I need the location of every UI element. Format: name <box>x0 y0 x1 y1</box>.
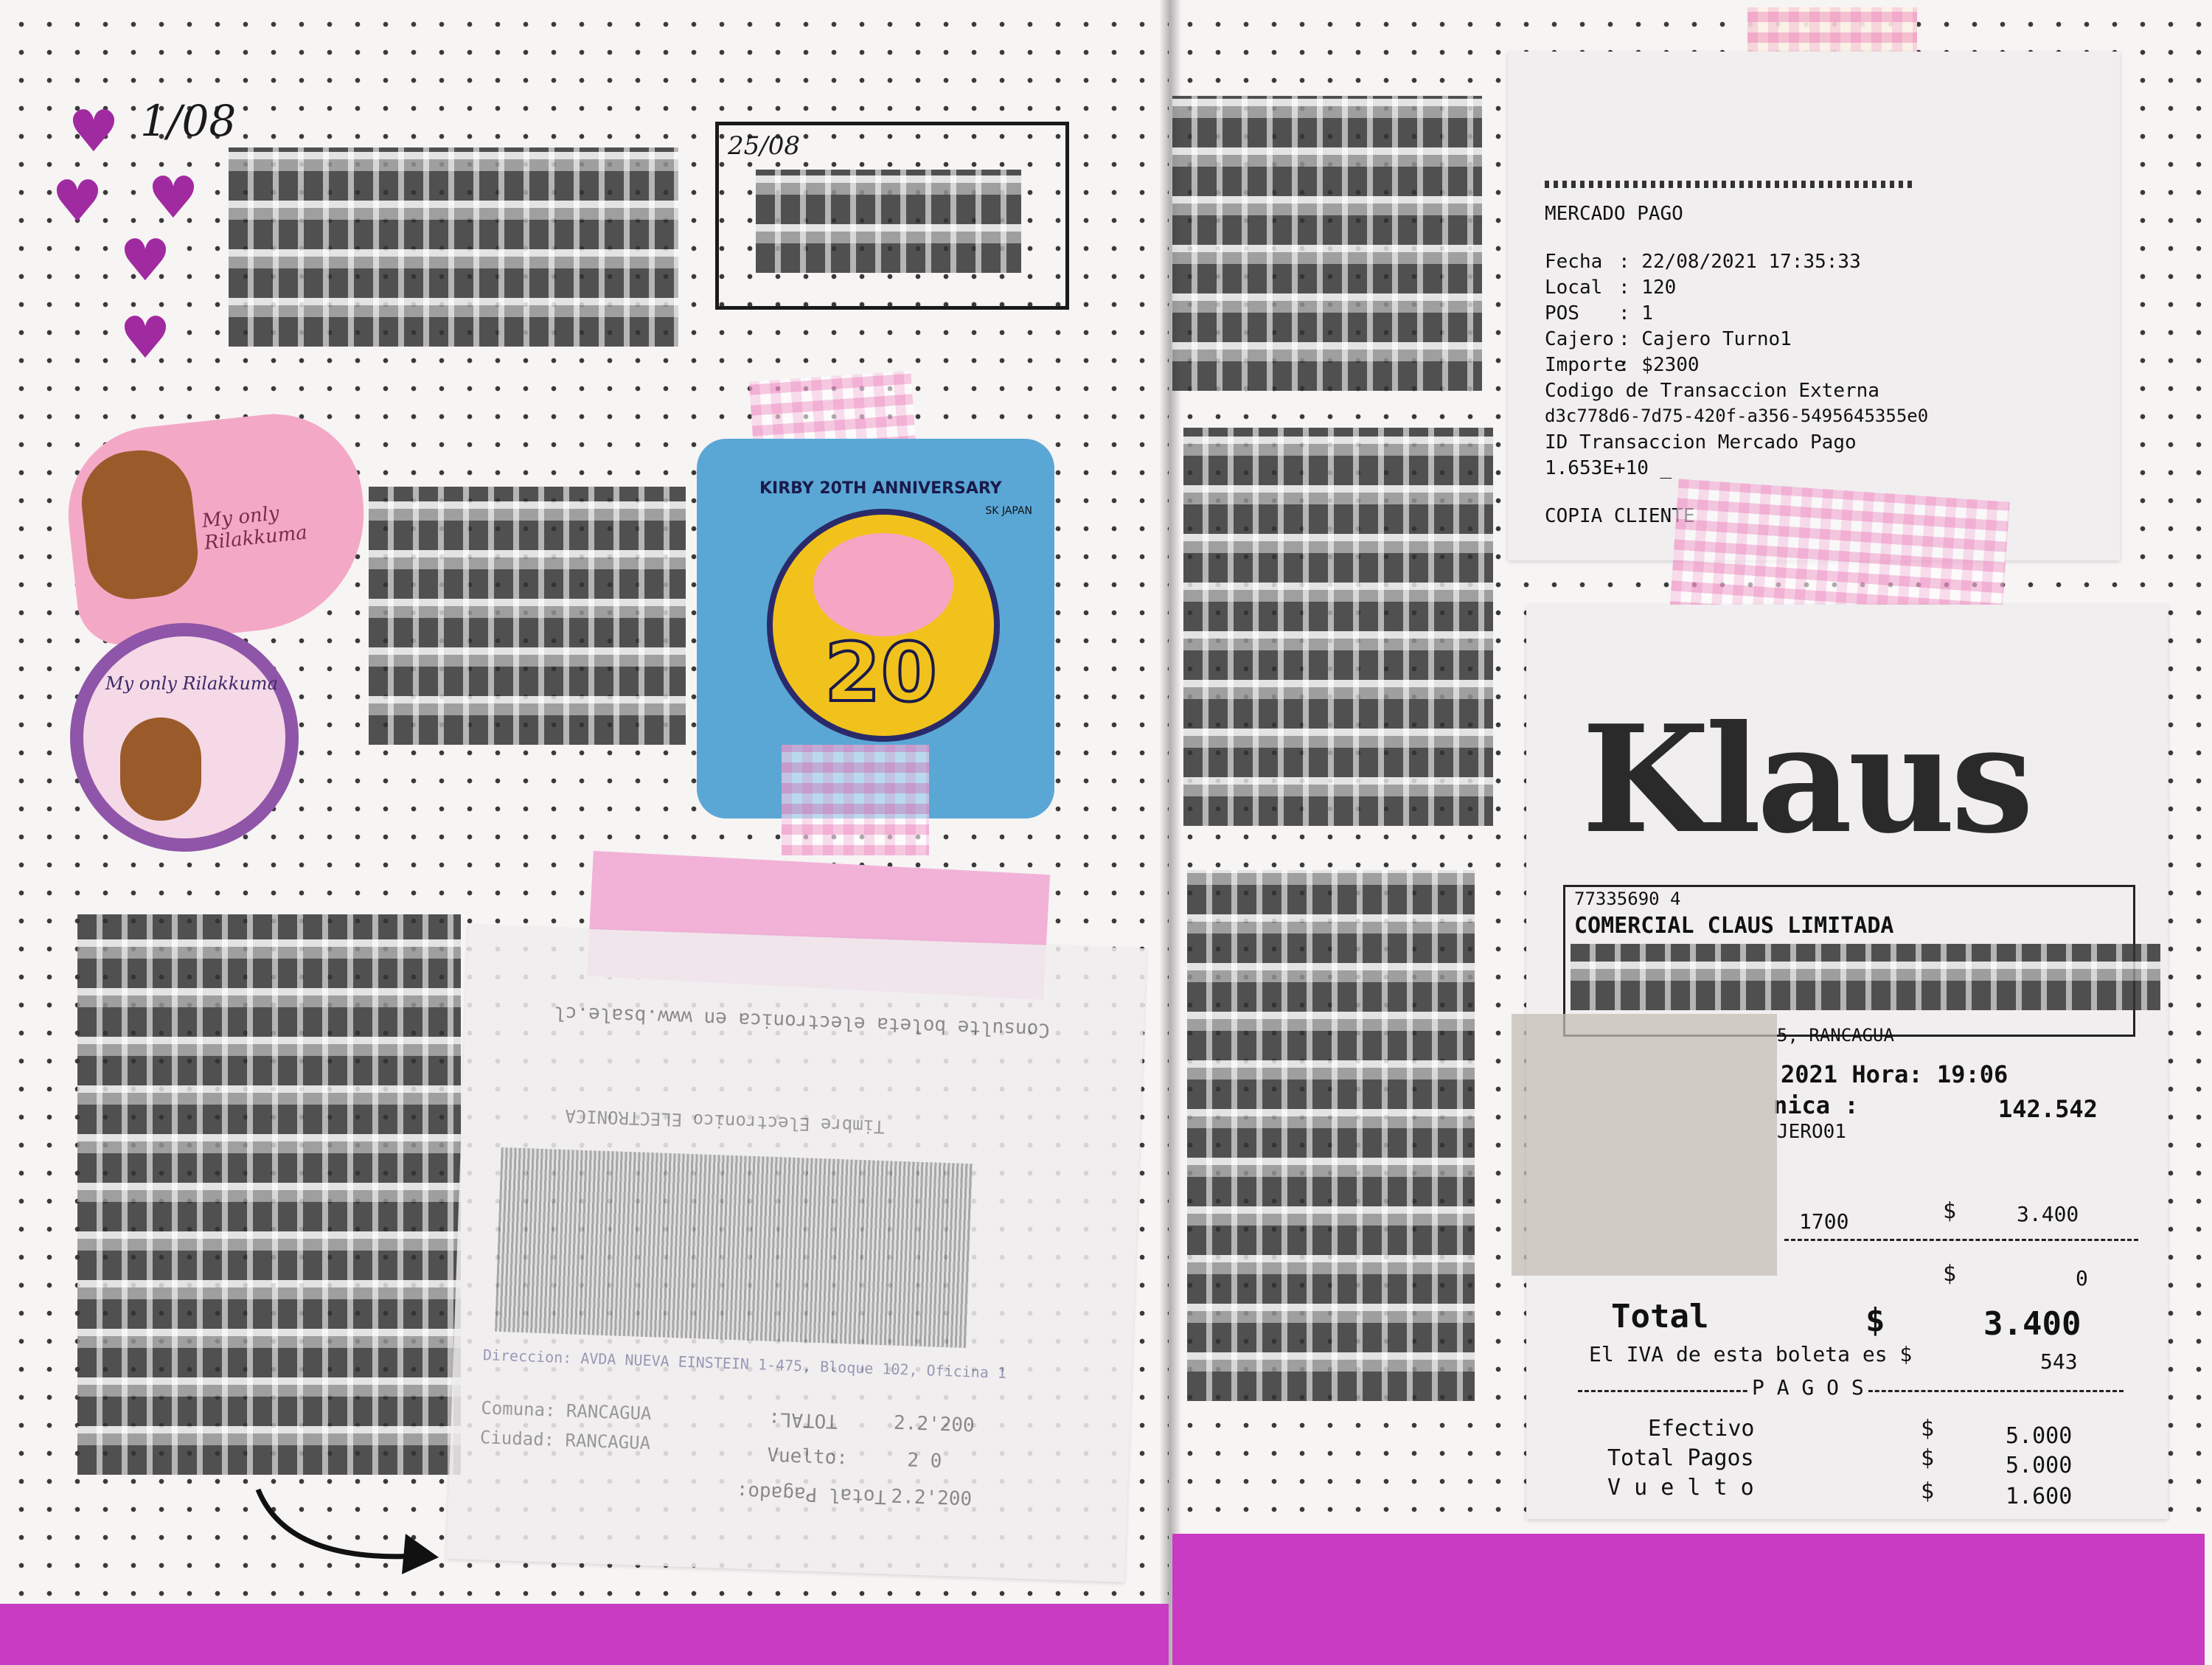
receipt-divider <box>1784 1239 2138 1241</box>
mp-importe-value: : $2300 <box>1618 354 1700 376</box>
heart-icon: ♥ <box>119 305 171 372</box>
klaus-logo: Klaus <box>1582 693 2034 866</box>
mp-fecha-value: : 22/08/2021 17:35:33 <box>1618 251 1861 273</box>
heart-icon: ♥ <box>68 99 119 165</box>
emblem-ring: 20 <box>767 509 1000 742</box>
klaus-total-pagos-value: 5.000 <box>2006 1453 2073 1478</box>
bear-icon <box>76 445 203 604</box>
right-magenta-band <box>1172 1534 2205 1665</box>
mp-fecha-label: Fecha <box>1545 251 1603 273</box>
klaus-ica-value: 142.542 <box>1998 1095 2098 1123</box>
klaus-iva-value: 543 <box>2040 1349 2078 1374</box>
mp-cajero-label: Cajero <box>1545 328 1614 350</box>
anniversary-number: 20 <box>823 624 939 721</box>
klaus-pagos-label: P A G O S <box>1747 1375 1868 1400</box>
kirby-face-icon <box>813 533 953 636</box>
klaus-efectivo-currency: $ <box>1921 1416 1935 1442</box>
mp-cajero-value: : Cajero Turno1 <box>1618 328 1792 350</box>
mp-id-value: 1.653E+10 _ <box>1545 457 1672 479</box>
blurred-text-block <box>369 487 686 745</box>
arc-text: KIRBY 20TH ANNIVERSARY <box>759 479 1002 498</box>
klaus-company: COMERCIAL CLAUS LIMITADA <box>1574 913 1894 939</box>
klaus-vuelto-value: 1.600 <box>2006 1484 2073 1509</box>
klaus-vuelto-currency: $ <box>1921 1478 1935 1504</box>
klaus-city: 5, RANCAGUA <box>1777 1025 1894 1046</box>
klaus-rut: 77335690 4 <box>1574 889 1681 909</box>
mp-copia: COPIA CLIENTE <box>1545 505 1695 527</box>
heart-icon: ♥ <box>119 228 171 294</box>
heart-icon: ♥ <box>147 165 199 232</box>
blurred-text-block <box>756 170 1021 273</box>
sticker-inner: My only Rilakkuma <box>83 636 285 838</box>
sticker-text: My only Rilakkuma <box>105 673 278 694</box>
receipt-vuelto-value: 2 0 <box>906 1449 942 1473</box>
receipt-total-value: 2.2'200 <box>893 1411 975 1437</box>
klaus-item-price: 3.400 <box>2017 1202 2079 1226</box>
receipt-vuelto-label: Vuelto: <box>766 1444 849 1470</box>
klaus-discount-currency: $ <box>1943 1261 1957 1287</box>
receipt-line: Comuna: RANCAGUA <box>480 1397 652 1425</box>
klaus-ica-label: nica : <box>1773 1091 1859 1119</box>
klaus-efectivo-value: 5.000 <box>2006 1423 2073 1449</box>
klaus-datetime: 2021 Hora: 19:06 <box>1781 1060 2008 1088</box>
sticker-text: My only Rilakkuma <box>201 502 309 555</box>
receipt-line: Direccion: AVDA NUEVA EINSTEIN 1-475, Bl… <box>482 1346 1007 1383</box>
klaus-total-value: 3.400 <box>1983 1305 2081 1343</box>
arrow-icon <box>255 1488 439 1574</box>
faded-receipt: Consulte boleta electronica en www.bsale… <box>446 925 1147 1582</box>
receipt-line: Timbre Electronico ELECTRONICA <box>564 1105 886 1138</box>
klaus-vuelto-label: V u e l t o <box>1607 1475 1754 1501</box>
left-magenta-band <box>0 1604 1169 1665</box>
box-date: 25/08 <box>728 131 800 161</box>
receipt-paid-label: Total Pagado: <box>736 1480 887 1508</box>
date-heading: 1/08 <box>140 96 237 146</box>
mp-local-value: : 120 <box>1618 277 1677 299</box>
receipt-paid-value: 2.2'200 <box>891 1485 973 1511</box>
klaus-total-label: Total <box>1611 1298 1709 1335</box>
klaus-discount-value: 0 <box>2076 1266 2088 1290</box>
receipt-line: Ciudad: RANCAGUA <box>479 1427 651 1454</box>
date-box: 25/08 <box>715 122 1069 310</box>
blurred-text-block <box>1571 944 2160 1010</box>
blurred-text-block <box>229 147 678 347</box>
receipt-perforation <box>1545 181 1913 188</box>
barcode <box>495 1147 973 1349</box>
mp-pos-label: POS <box>1545 302 1579 324</box>
bear-icon <box>120 717 201 821</box>
mp-codigo-label: Codigo de Transaccion Externa <box>1545 380 1879 402</box>
klaus-efectivo-label: Efectivo <box>1648 1416 1755 1442</box>
blurred-text-block <box>77 914 461 1475</box>
brand-label: SK JAPAN <box>985 505 1032 517</box>
klaus-total-pagos-currency: $ <box>1921 1445 1935 1471</box>
rilakkuma-circle-sticker: My only Rilakkuma <box>70 623 299 852</box>
mp-pos-value: : 1 <box>1618 302 1653 324</box>
mp-codigo-value: d3c778d6-7d75-420f-a356-5495645355e0 <box>1545 406 1929 426</box>
blurred-text-block <box>1187 870 1475 1401</box>
mp-id-label: ID Transaccion Mercado Pago <box>1545 431 1857 453</box>
klaus-total-pagos-label: Total Pagos <box>1607 1445 1754 1471</box>
mp-title: MERCADO PAGO <box>1545 203 1683 225</box>
washi-tape <box>782 745 929 855</box>
klaus-iva-label: El IVA de esta boleta es $ <box>1589 1342 1913 1366</box>
klaus-cajero: JERO01 <box>1777 1121 1846 1143</box>
klaus-item-code: 1700 <box>1799 1209 1849 1234</box>
mercado-pago-receipt: MERCADO PAGO Fecha : 22/08/2021 17:35:33… <box>1508 52 2120 560</box>
blurred-text-block <box>1172 96 1482 391</box>
receipt-total-label: TOTAL: <box>768 1407 838 1433</box>
mp-local-label: Local <box>1545 277 1603 299</box>
klaus-item-currency: $ <box>1943 1198 1957 1224</box>
receipt-line: Consulte boleta electronica en www.bsale… <box>553 1001 1051 1041</box>
clear-tape-patch <box>1512 1014 1777 1276</box>
heart-icon: ♥ <box>52 169 103 235</box>
klaus-total-currency: $ <box>1865 1301 1885 1339</box>
blurred-text-block <box>1183 428 1493 826</box>
mp-importe-label: Importe <box>1545 354 1626 376</box>
